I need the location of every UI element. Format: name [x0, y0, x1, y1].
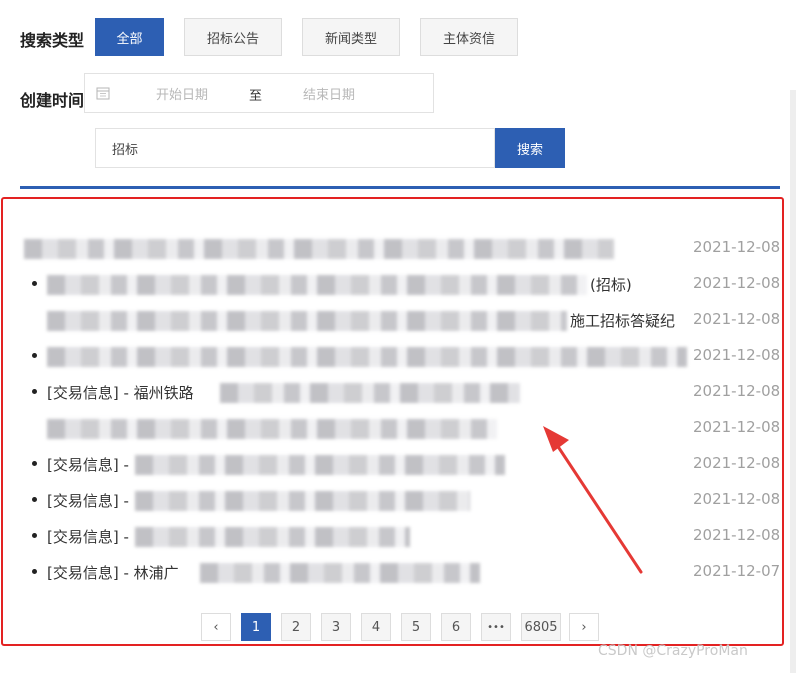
- news-title: [交易信息] -: [47, 456, 129, 474]
- page-5-button[interactable]: 5: [401, 613, 431, 641]
- news-item[interactable]: 2021-12-08: [0, 410, 796, 446]
- end-date-input[interactable]: [272, 83, 386, 107]
- search-button[interactable]: 搜索: [495, 128, 565, 168]
- news-item[interactable]: [交易信息] - 2021-12-08: [0, 482, 796, 518]
- type-option-news-type[interactable]: 新闻类型: [302, 18, 400, 56]
- news-item[interactable]: [交易信息] - 2021-12-08: [0, 518, 796, 554]
- news-item[interactable]: 2021-12-08: [0, 338, 796, 374]
- news-date: 2021-12-07: [693, 562, 781, 580]
- list-bullet: [32, 389, 37, 394]
- list-bullet: [32, 353, 37, 358]
- news-date: 2021-12-08: [693, 454, 781, 472]
- date-separator: 至: [249, 89, 263, 104]
- news-date: 2021-12-08: [693, 526, 781, 544]
- news-title: [交易信息] - 林浦广: [47, 564, 179, 582]
- type-option-credit[interactable]: 主体资信: [420, 18, 518, 56]
- redacted-title: [200, 563, 480, 583]
- news-date: 2021-12-08: [693, 418, 781, 436]
- pagination-ellipsis[interactable]: •••: [481, 613, 511, 641]
- news-item[interactable]: 施工招标答疑纪 2021-12-08: [0, 302, 796, 338]
- redacted-title: [47, 311, 567, 331]
- news-item[interactable]: [交易信息] - 林浦广 2021-12-07: [0, 554, 796, 590]
- prev-page-button[interactable]: ‹: [201, 613, 231, 641]
- watermark: CSDN @CrazyProMan: [598, 643, 748, 659]
- create-time-label: 创建时间: [20, 91, 85, 110]
- section-divider: [20, 186, 780, 189]
- news-title: 施工招标答疑纪: [570, 312, 676, 330]
- page-3-button[interactable]: 3: [321, 613, 351, 641]
- news-item[interactable]: (招标) 2021-12-08: [0, 266, 796, 302]
- calendar-icon: [96, 87, 110, 100]
- news-item[interactable]: [交易信息] - 2021-12-08: [0, 446, 796, 482]
- type-option-all[interactable]: 全部: [95, 18, 164, 56]
- redacted-title: [135, 491, 470, 511]
- news-title: [交易信息] - 福州铁路: [47, 384, 194, 402]
- search-input[interactable]: [95, 128, 495, 168]
- redacted-title: [47, 419, 497, 439]
- page-6-button[interactable]: 6: [441, 613, 471, 641]
- redacted-title: [47, 347, 687, 367]
- page-last-button[interactable]: 6805: [521, 613, 561, 641]
- list-bullet: [32, 569, 37, 574]
- news-date: 2021-12-08: [693, 238, 781, 256]
- type-option-tender-notice[interactable]: 招标公告: [184, 18, 282, 56]
- redacted-title: [135, 527, 410, 547]
- page-1-button[interactable]: 1: [241, 613, 271, 641]
- news-date: 2021-12-08: [693, 310, 781, 328]
- redacted-title: [47, 275, 587, 295]
- list-bullet: [32, 461, 37, 466]
- page-2-button[interactable]: 2: [281, 613, 311, 641]
- search-type-label: 搜索类型: [20, 31, 85, 50]
- redacted-title: [220, 383, 520, 403]
- annotation-arrow-icon: [543, 426, 643, 574]
- start-date-input[interactable]: [125, 83, 239, 107]
- redacted-title: [24, 239, 614, 259]
- list-bullet: [32, 497, 37, 502]
- page-4-button[interactable]: 4: [361, 613, 391, 641]
- news-title: (招标): [590, 276, 632, 294]
- news-item[interactable]: [交易信息] - 福州铁路 2021-12-08: [0, 374, 796, 410]
- date-range-picker[interactable]: 至: [84, 73, 434, 113]
- news-date: 2021-12-08: [693, 490, 781, 508]
- scrollbar[interactable]: [790, 90, 796, 673]
- news-item[interactable]: 2021-12-08: [0, 230, 796, 266]
- news-title: [交易信息] -: [47, 492, 129, 510]
- next-page-button[interactable]: ›: [569, 613, 599, 641]
- news-date: 2021-12-08: [693, 274, 781, 292]
- news-date: 2021-12-08: [693, 346, 781, 364]
- news-title: [交易信息] -: [47, 528, 129, 546]
- news-date: 2021-12-08: [693, 382, 781, 400]
- list-bullet: [32, 533, 37, 538]
- redacted-title: [135, 455, 505, 475]
- list-bullet: [32, 281, 37, 286]
